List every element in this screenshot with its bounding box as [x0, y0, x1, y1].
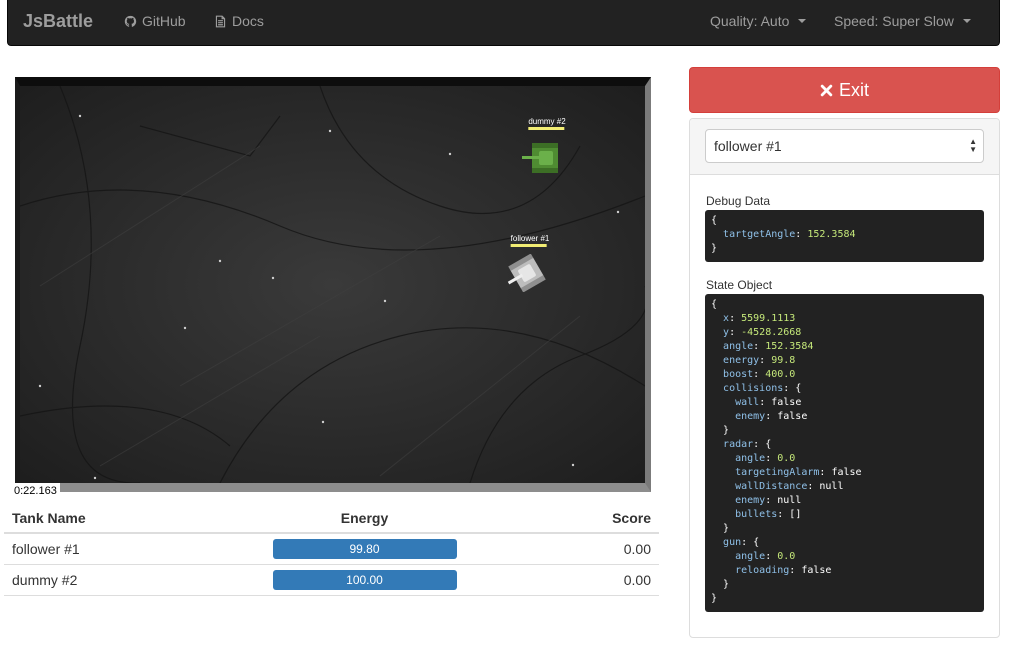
- battle-arena[interactable]: dummy #2 follower #1: [15, 77, 651, 492]
- exit-label: Exit: [838, 79, 869, 100]
- docs-link[interactable]: Docs: [214, 13, 264, 29]
- quality-label: Quality: Auto: [710, 13, 790, 29]
- github-link[interactable]: GitHub: [124, 13, 186, 29]
- tank-follower: [507, 254, 546, 292]
- docs-label: Docs: [232, 13, 264, 29]
- score-cell: 0.00: [554, 564, 659, 596]
- exit-button[interactable]: Exit: [689, 67, 1000, 113]
- energy-cell: 99.80: [174, 533, 555, 565]
- tank-name: follower #1: [510, 234, 550, 243]
- tank-name: dummy #2: [528, 117, 566, 126]
- document-icon: [215, 15, 226, 27]
- panel-heading: follower #1 ▲ ▼: [690, 119, 999, 175]
- caret-down-icon: [798, 19, 807, 23]
- quality-dropdown[interactable]: Quality: Auto: [710, 13, 807, 29]
- energy-bar: 100.00: [272, 569, 457, 590]
- tank-select-value: follower #1: [714, 138, 782, 154]
- energy-cell: 100.00: [174, 564, 555, 596]
- caret-down-icon: [962, 19, 971, 23]
- table-header-row: Tank Name Energy Score: [4, 503, 659, 534]
- column-header-tank-name: Tank Name: [4, 503, 175, 534]
- tank-select[interactable]: follower #1 ▲ ▼: [705, 129, 984, 163]
- score-table: Tank Name Energy Score follower #1 99.80…: [4, 503, 659, 596]
- speed-dropdown[interactable]: Speed: Super Slow: [834, 13, 971, 29]
- battle-timer: 0:22.163: [11, 483, 60, 499]
- navbar: JsBattle GitHub Docs Quality: Auto Speed…: [7, 0, 1000, 46]
- debug-panel: follower #1 ▲ ▼ Debug Data { tartgetAngle…: [689, 118, 1000, 638]
- brand-logo[interactable]: JsBattle: [23, 11, 93, 32]
- table-row: follower #1 99.80 0.00: [4, 533, 659, 565]
- github-label: GitHub: [142, 13, 186, 29]
- speed-label: Speed: Super Slow: [834, 13, 954, 29]
- column-header-score: Score: [554, 503, 659, 534]
- state-object-label: State Object: [706, 278, 773, 292]
- select-arrows-icon: ▲ ▼: [969, 137, 977, 154]
- github-icon: [124, 15, 137, 27]
- score-cell: 0.00: [554, 533, 659, 565]
- tank-energy-bar: [528, 127, 565, 130]
- column-header-energy: Energy: [174, 503, 555, 534]
- debug-data-code: { tartgetAngle: 152.3584 }: [705, 210, 984, 262]
- tank-dummy: [522, 143, 558, 173]
- tank-label: dummy #2: [528, 117, 566, 130]
- table-row: dummy #2 100.00 0.00: [4, 564, 659, 596]
- tank-name-cell: follower #1: [4, 533, 175, 565]
- tank-name-cell: dummy #2: [4, 564, 175, 596]
- close-icon: [820, 84, 833, 96]
- state-object-code: { x: 5599.1113 y: -4528.2668 angle: 152.…: [705, 294, 984, 612]
- tank-label: follower #1: [510, 234, 550, 247]
- debug-data-label: Debug Data: [706, 194, 771, 208]
- energy-bar: 99.80: [272, 538, 457, 559]
- tank-energy-bar: [510, 244, 547, 247]
